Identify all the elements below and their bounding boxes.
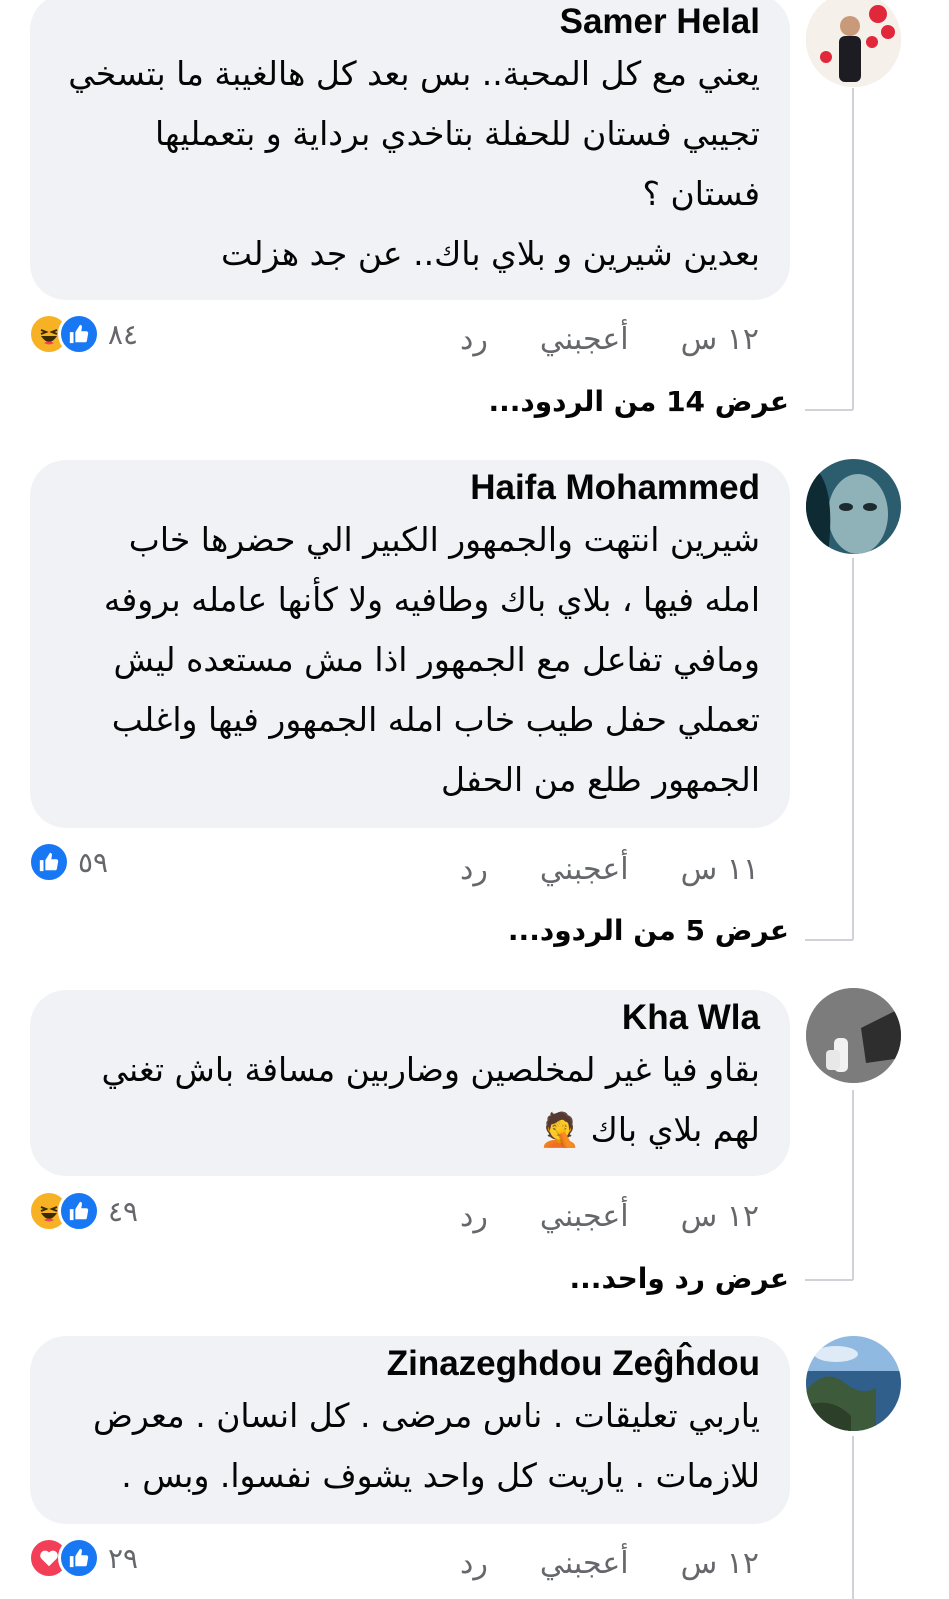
- comment-author[interactable]: Samer Helal: [60, 0, 760, 44]
- thread-line: [852, 1090, 854, 1280]
- comment-text: بقاو فيا غير لمخلصين وضاربين مسافة باش ت…: [101, 1050, 760, 1089]
- comment-bubble: Zinazeghdou Zeĝĥdou ياربي تعليقات . ناس …: [30, 1336, 790, 1524]
- reaction-count: ٢٩: [108, 1541, 139, 1575]
- comment-actions: ١٢ س أعجبني رد: [460, 1546, 759, 1581]
- view-replies-link[interactable]: عرض رد واحد...: [570, 1262, 789, 1295]
- comment-bubble: Haifa Mohammed شيرين انتهت والجمهور الكب…: [30, 460, 790, 828]
- reaction-count: ٥٩: [78, 845, 109, 879]
- comment-text: للازمات . ياريت كل واحد يشوف نفسوا. وبس …: [121, 1456, 760, 1495]
- comment-time[interactable]: ١٢ س: [681, 1546, 759, 1581]
- reply-button[interactable]: رد: [460, 1199, 488, 1234]
- avatar[interactable]: [806, 988, 901, 1083]
- like-button[interactable]: أعجبني: [540, 1199, 629, 1234]
- comment-time[interactable]: ١١ س: [681, 852, 759, 887]
- like-button[interactable]: أعجبني: [540, 852, 629, 887]
- thumbs-up-icon: [28, 841, 70, 883]
- comment-time[interactable]: ١٢ س: [681, 1199, 759, 1234]
- comment-text: يعني مع كل المحبة.. بس بعد كل هالغيبة ما…: [68, 54, 760, 93]
- comment-bubble: Samer Helal يعني مع كل المحبة.. بس بعد ك…: [30, 0, 790, 300]
- thread-line: [805, 409, 853, 411]
- reaction-count: ٤٩: [108, 1194, 139, 1228]
- comment-text: شيرين انتهت والجمهور الكبير الي حضرها خا…: [128, 520, 760, 559]
- comment-text: تجيبي فستان للحفلة بتاخدي برداية و بتعمل…: [154, 114, 760, 153]
- reaction-summary[interactable]: ٤٩: [28, 1189, 138, 1233]
- comment-text: لهم بلاي باك 🤦: [539, 1110, 760, 1149]
- comment-text: ومافي تفاعل مع الجمهور اذا مش مستعده ليش: [113, 640, 761, 679]
- comment-text: ياربي تعليقات . ناس مرضى . كل انسان . مع…: [93, 1396, 760, 1435]
- comment-text: الجمهور طلع من الحفل: [440, 760, 760, 799]
- comment-text: بعدين شيرين و بلاي باك.. عن جد هزلت: [221, 234, 760, 273]
- comment-bubble: Kha Wla بقاو فيا غير لمخلصين وضاربين مسا…: [30, 990, 790, 1176]
- comment-author[interactable]: Kha Wla: [60, 996, 760, 1040]
- comment-actions: ١١ س أعجبني رد: [460, 852, 759, 887]
- like-button[interactable]: أعجبني: [540, 322, 629, 357]
- avatar[interactable]: [806, 459, 901, 554]
- thread-line: [852, 558, 854, 940]
- comment-author[interactable]: Haifa Mohammed: [60, 466, 760, 510]
- reply-button[interactable]: رد: [460, 852, 488, 887]
- reaction-summary[interactable]: ٥٩: [28, 840, 108, 884]
- comment-text: امله فيها ، بلاي باك وطافيه ولا كأنها عا…: [103, 580, 760, 619]
- comment-text: فستان ؟: [642, 174, 760, 213]
- comment-time[interactable]: ١٢ س: [681, 322, 759, 357]
- like-button[interactable]: أعجبني: [540, 1546, 629, 1581]
- comment-author[interactable]: Zinazeghdou Zeĝĥdou: [60, 1342, 760, 1386]
- thread-line: [805, 939, 853, 941]
- thread-line: [805, 1279, 853, 1281]
- view-replies-link[interactable]: عرض 5 من الردود...: [508, 914, 789, 947]
- avatar[interactable]: [806, 0, 901, 87]
- reaction-summary[interactable]: ٢٩: [28, 1536, 138, 1580]
- thumbs-up-icon: [58, 313, 100, 355]
- comment-actions: ١٢ س أعجبني رد: [460, 322, 759, 357]
- thumbs-up-icon: [58, 1190, 100, 1232]
- avatar[interactable]: [806, 1336, 901, 1431]
- reaction-summary[interactable]: ٨٤: [28, 312, 138, 356]
- reply-button[interactable]: رد: [460, 322, 488, 357]
- comment-text: تعملي حفل طيب خاب امله الجمهور فيها واغل…: [111, 700, 760, 739]
- comment-actions: ١٢ س أعجبني رد: [460, 1199, 759, 1234]
- view-replies-link[interactable]: عرض 14 من الردود...: [488, 385, 789, 418]
- reaction-count: ٨٤: [108, 317, 139, 351]
- thumbs-up-icon: [58, 1537, 100, 1579]
- reply-button[interactable]: رد: [460, 1546, 488, 1581]
- thread-line: [852, 1436, 854, 1599]
- thread-line: [852, 88, 854, 410]
